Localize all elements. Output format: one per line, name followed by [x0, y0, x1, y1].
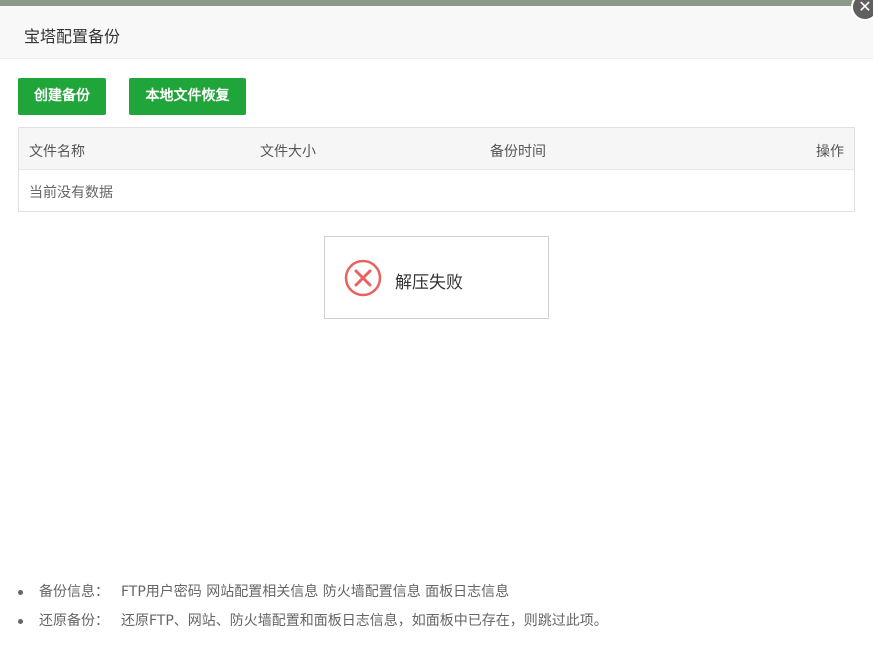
- note-text: 还原FTP、网站、防火墙配置和面板日志信息，如面板中已存在，则跳过此项。: [121, 613, 608, 629]
- error-circle-icon: [344, 259, 382, 297]
- table-header: 文件名称 文件大小 备份时间 操作: [19, 128, 854, 170]
- error-toast: 解压失败: [324, 236, 549, 319]
- column-header-actions: 操作: [816, 144, 844, 160]
- column-header-size: 文件大小: [260, 144, 316, 160]
- local-restore-button[interactable]: 本地文件恢复: [129, 78, 246, 115]
- note-label: 备份信息：: [39, 584, 109, 600]
- dialog-title: 宝塔配置备份: [24, 27, 121, 46]
- column-header-name: 文件名称: [29, 144, 85, 160]
- backup-table: 文件名称 文件大小 备份时间 操作 当前没有数据: [18, 127, 855, 212]
- note-text: FTP用户密码 网站配置相关信息 防火墙配置信息 面板日志信息: [121, 584, 510, 600]
- column-header-time: 备份时间: [490, 144, 546, 160]
- note-item: 备份信息： FTP用户密码 网站配置相关信息 防火墙配置信息 面板日志信息: [18, 582, 608, 611]
- note-label: 还原备份：: [39, 613, 109, 629]
- toast-message: 解压失败: [395, 273, 463, 293]
- info-notes: 备份信息： FTP用户密码 网站配置相关信息 防火墙配置信息 面板日志信息 还原备…: [18, 582, 608, 640]
- dialog-header: 宝塔配置备份: [0, 6, 873, 59]
- close-icon: ✕: [858, 0, 872, 16]
- note-item: 还原备份： 还原FTP、网站、防火墙配置和面板日志信息，如面板中已存在，则跳过此项…: [18, 611, 608, 640]
- create-backup-button[interactable]: 创建备份: [18, 78, 106, 115]
- table-empty-text: 当前没有数据: [29, 185, 113, 201]
